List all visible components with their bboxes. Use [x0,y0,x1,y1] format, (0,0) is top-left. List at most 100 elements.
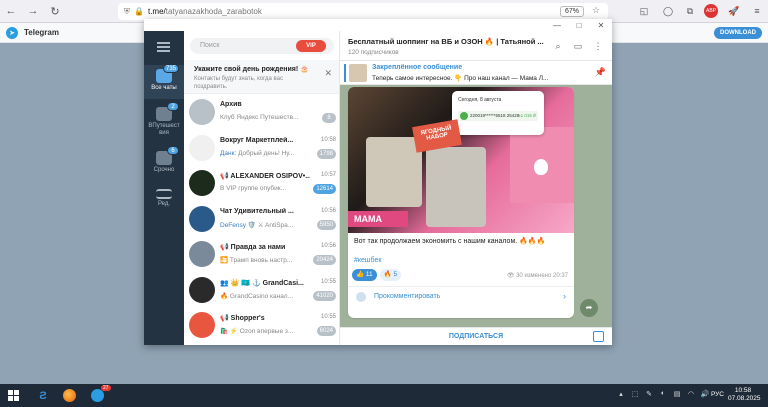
firefox-icon[interactable] [60,387,78,404]
unread-count: 20424 [313,255,336,265]
chat-time: 10:55 [320,314,336,320]
lock-icon: 🔒 [134,7,144,16]
tray-icon[interactable]: ⬚ [630,390,640,400]
chat-preview: Клуб Яндекс Путешеств... [220,114,306,121]
search-icon[interactable]: ⌕ [552,40,564,52]
taskbar-app-icon[interactable]: Ƨ [34,387,52,404]
tray-icon[interactable]: ◐ [658,390,668,400]
card-amount: +1 015 ₽ [517,113,536,118]
folder-label: Ред. [157,201,171,207]
post-photo[interactable]: Сегодня, 8 августа 220019******6518 2542… [348,87,574,233]
tray-icon[interactable]: ✎ [644,390,654,400]
chat-row[interactable]: 📢 Правда за нами 10:56 🎦 Трамп вновь настр… [184,237,339,272]
chat-row[interactable]: 📢 ALEXANDER OSIPOV•... 10:57 В VIP группе … [184,166,339,201]
unread-count: 41020 [313,290,336,301]
gift-icon[interactable] [593,331,604,342]
folder-badge: 2 [167,102,179,111]
card-number: 220019******6518 25428... [470,113,524,118]
pinned-message[interactable]: Закреплённое сообщение Теперь самое инте… [340,61,612,85]
share-icon[interactable]: ➦ [580,299,598,317]
pocket-icon[interactable]: ◱ [637,4,651,18]
tray-icon[interactable]: ▴ [616,390,626,400]
close-button[interactable]: ✕ [590,19,612,31]
folder-travel[interactable]: 2 ВПутешест вия [144,102,184,143]
menu-icon[interactable]: ≡ [750,4,764,18]
telegram-taskbar-icon[interactable]: 27 [88,385,111,404]
network-icon[interactable]: ◠ [686,390,696,400]
address-bar[interactable]: ⛨ 🔒 t.me/ tatyanazakhoda_zarabotok 67% ☆ [118,3,608,20]
avatar [189,99,215,125]
chats-icon: 735 [156,64,179,83]
chat-preview: 🔥 GrandCasino канал... [220,292,306,300]
subscribe-button[interactable]: ПОДПИСАТЬСЯ [340,327,612,345]
pinned-thumbnail [349,64,367,82]
start-button[interactable] [8,390,19,401]
chat-message: Добрый день! Ну... [236,149,295,157]
back-button[interactable]: ← [0,0,22,23]
pinned-indicator [344,64,346,82]
more-icon[interactable]: ⋮ [592,40,604,52]
money-icon [460,112,468,120]
pinned-title: Закреплённое сообщение [372,64,463,71]
chat-name: Чат Удивительный ... [220,207,294,215]
avatar [189,276,215,303]
unread-count: 6024 [316,326,336,336]
reaction-fire[interactable]: 🔥 5 [379,269,402,281]
pinned-text: Теперь самое интересное. 👇 Про наш канал… [372,75,549,82]
channel-header[interactable]: Бесплатный шоппинг на ВБ и ОЗОН 🔥 | Тать… [340,31,612,61]
card-transaction: 220019******6518 25428... +1 015 ₽ [458,111,538,121]
reaction-like[interactable]: 👍 11 [352,269,377,281]
folder-sidebar: 735 Все чаты 2 ВПутешест вия 6 Срочно Ре… [144,31,184,345]
channel-title: Бесплатный шоппинг на ВБ и ОЗОН 🔥 | Тать… [348,37,544,46]
extensions-icon[interactable]: ⧉ [683,4,697,18]
post-text: Вот так продолжаем экономить с нашим кан… [354,238,546,245]
clock[interactable]: 10:58 07.08.2025 [728,387,761,403]
url-host: t.me/ [147,7,166,16]
hamburger-menu-icon[interactable] [157,42,170,52]
hashtag-link[interactable]: #кешбек [354,257,381,264]
apple-logo-icon [534,159,548,175]
sidebar-toggle-icon[interactable]: ▭ [572,40,584,52]
chat-preview: DeFensy 🛡️ ⚔ AntiSpa... [220,221,306,229]
unread-count: 12614 [313,184,336,194]
minimize-button[interactable]: — [546,19,568,31]
folder-urgent[interactable]: 6 Срочно [144,146,184,181]
forward-button[interactable]: → [22,0,44,23]
reactions: 👍 11 🔥 5 [352,269,402,281]
folder-badge: 735 [162,64,179,73]
edited-time: изменено 20:37 [524,273,568,279]
clock-date: 07.08.2025 [728,395,761,402]
pin-list-icon[interactable]: 📌 [595,67,606,78]
chat-row[interactable]: Вокруг Маркетплей... 10:58 Данк: Добрый де… [184,131,339,166]
adblock-icon[interactable]: ABP [704,4,718,18]
comment-button[interactable]: Прокомментировать › [348,286,574,306]
zoom-indicator[interactable]: 67% [559,6,584,17]
story-avatars[interactable]: VIP [296,40,326,52]
close-icon[interactable]: ✕ [324,68,332,79]
folder-all-chats[interactable]: 735 Все чаты [144,64,184,99]
diffuser-bottle-image [426,147,486,227]
clock-time: 10:58 [734,387,752,394]
maximize-button[interactable]: □ [568,19,590,31]
birthday-banner[interactable]: Укажите свой день рождения! 🎂 Контакты б… [184,60,339,94]
network-icon[interactable]: ▤ [672,390,682,400]
chat-row[interactable]: 👥 👑 🇰🇿 ⚓ GrandCasi... 10:55 🔥 GrandCasino … [184,273,339,308]
account-icon[interactable]: ◯ [661,4,675,18]
avatar [189,205,215,232]
chat-list: Поиск VIP Укажите свой день рождения! 🎂 … [184,31,340,345]
bookmark-star-icon[interactable]: ☆ [592,5,600,16]
chat-row[interactable]: 📢 Shopper's 10:55 🛍️ ⚡ Ozon впервые з... 60… [184,308,339,343]
chat-row[interactable]: Чат Удивительный ... 10:56 DeFensy 🛡️ ⚔ An… [184,202,339,237]
reload-button[interactable]: ↻ [44,0,66,23]
sliders-icon [156,189,172,199]
chat-row[interactable]: Архив Клуб Яндекс Путешеств... 8 [184,95,339,130]
chat-preview: Данк: Добрый день! Ну... [220,150,306,157]
language-indicator[interactable]: РУС [711,391,724,398]
volume-icon[interactable]: 🔊 [700,390,710,400]
download-button[interactable]: DOWNLOAD [714,27,762,39]
folder-icon: 2 [156,102,179,121]
folder-edit[interactable]: Ред. [144,189,184,219]
rocket-icon[interactable]: 🚀 [727,4,741,18]
chat-message: Клуб Яндекс Путешеств... [220,114,299,121]
telegram-window: — □ ✕ 735 Все чаты 2 ВПутешест вия 6 Сро… [144,19,612,345]
